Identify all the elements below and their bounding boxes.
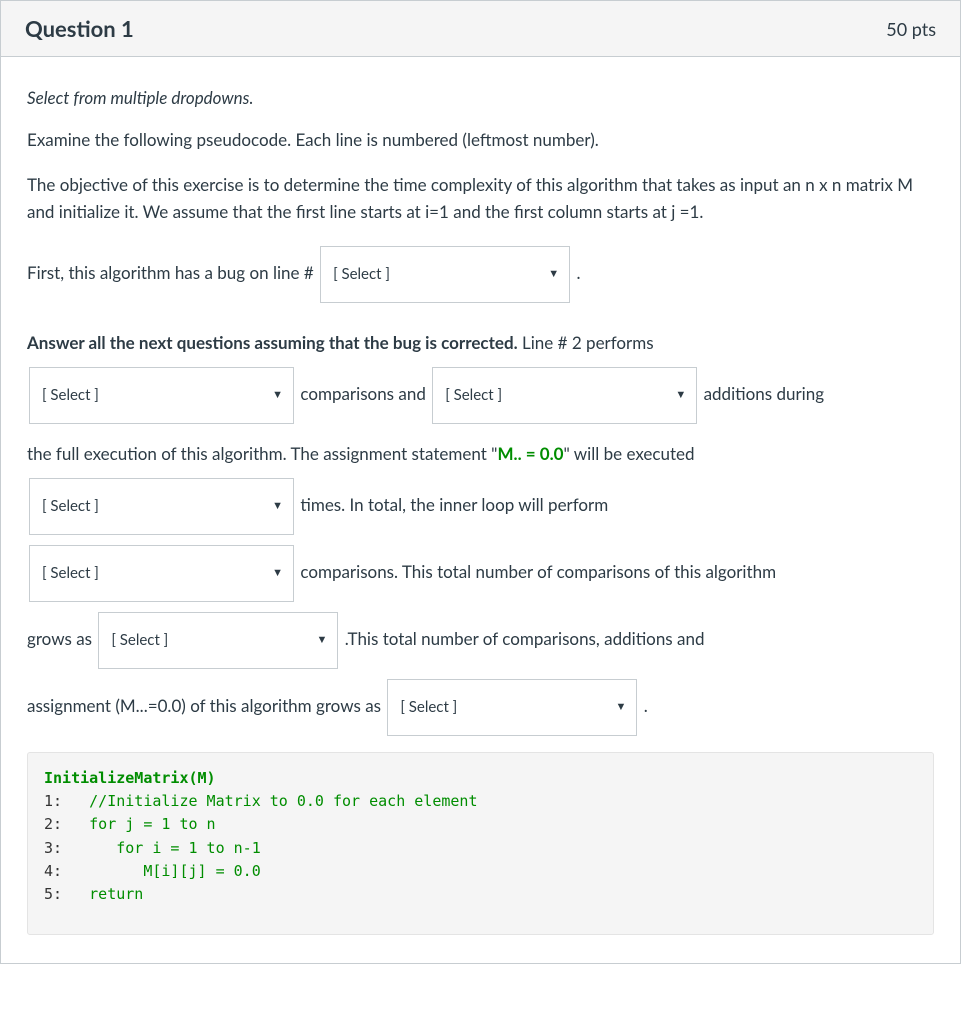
- text-fragment: comparisons. This total number of compar…: [300, 561, 776, 582]
- code-statement: M[i][j] = 0.0: [143, 862, 260, 880]
- sentence-answer-all: Answer all the next questions assuming t…: [27, 321, 934, 426]
- text-fragment: .: [644, 695, 648, 716]
- select-label: [ Select ]: [42, 376, 99, 415]
- chevron-down-icon: ▼: [316, 626, 327, 655]
- code-line-number: 2:: [44, 815, 62, 833]
- select-assignment-times[interactable]: [ Select ] ▼: [29, 478, 294, 535]
- text-fragment: the full execution of this algorithm. Th…: [27, 443, 497, 464]
- chevron-down-icon: ▼: [272, 492, 283, 521]
- select-label: [ Select ]: [333, 255, 390, 294]
- sentence-grows-as: grows as [ Select ] ▼ .This total number…: [27, 610, 934, 671]
- sentence-assignment-executed: the full execution of this algorithm. Th…: [27, 432, 934, 537]
- text-fragment: .: [576, 261, 580, 282]
- pseudocode-block: InitializeMatrix(M) 1: //Initialize Matr…: [27, 752, 934, 936]
- select-bug-line[interactable]: [ Select ] ▼: [320, 246, 570, 303]
- select-inner-comparisons[interactable]: [ Select ] ▼: [29, 545, 294, 602]
- text-fragment: First, this algorithm has a bug on line …: [27, 261, 314, 282]
- code-statement: for j = 1 to n: [89, 815, 215, 833]
- question-body: Select from multiple dropdowns. Examine …: [1, 57, 960, 963]
- code-statement: return: [89, 885, 143, 903]
- sentence-inner-comparisons: [ Select ] ▼ comparisons. This total num…: [27, 543, 934, 604]
- select-label: [ Select ]: [445, 376, 502, 415]
- text-fragment: " will be executed: [564, 443, 695, 464]
- code-inline: M.. = 0.0: [497, 443, 563, 464]
- question-card: Question 1 50 pts Select from multiple d…: [0, 0, 961, 964]
- text-fragment: .This total number of comparisons, addit…: [345, 628, 705, 649]
- question-title: Question 1: [25, 15, 134, 42]
- select-label: [ Select ]: [400, 688, 457, 727]
- select-label: [ Select ]: [111, 621, 168, 660]
- text-fragment: additions during: [704, 383, 824, 404]
- code-line-number: 4:: [44, 862, 62, 880]
- select-label: [ Select ]: [42, 487, 99, 526]
- select-total-growth[interactable]: [ Select ] ▼: [387, 679, 637, 736]
- select-line2-comparisons[interactable]: [ Select ] ▼: [29, 367, 294, 424]
- bold-assumption: Answer all the next questions assuming t…: [27, 332, 518, 353]
- text-fragment: grows as: [27, 628, 92, 649]
- text-fragment: Line # 2 performs: [518, 332, 654, 353]
- paragraph-objective: The objective of this exercise is to det…: [27, 171, 934, 225]
- select-comparisons-growth[interactable]: [ Select ] ▼: [98, 612, 338, 669]
- text-fragment: times. In total, the inner loop will per…: [300, 494, 608, 515]
- text-fragment: assignment (M...=0.0) of this algorithm …: [27, 695, 381, 716]
- instruction-text: Select from multiple dropdowns.: [27, 87, 934, 108]
- chevron-down-icon: ▼: [675, 381, 686, 410]
- code-line-number: 1:: [44, 792, 62, 810]
- code-line-number: 3:: [44, 839, 62, 857]
- text-fragment: comparisons and: [300, 383, 426, 404]
- code-function-name: InitializeMatrix(M): [44, 769, 216, 787]
- question-points: 50 pts: [886, 18, 936, 40]
- code-line-number: 5:: [44, 885, 62, 903]
- select-line2-additions[interactable]: [ Select ] ▼: [432, 367, 697, 424]
- chevron-down-icon: ▼: [272, 381, 283, 410]
- code-statement: for i = 1 to n-1: [116, 839, 261, 857]
- chevron-down-icon: ▼: [272, 559, 283, 588]
- chevron-down-icon: ▼: [615, 693, 626, 722]
- select-label: [ Select ]: [42, 554, 99, 593]
- chevron-down-icon: ▼: [548, 260, 559, 289]
- sentence-total-growth: assignment (M...=0.0) of this algorithm …: [27, 677, 934, 738]
- code-comment: //Initialize Matrix to 0.0 for each elem…: [89, 792, 477, 810]
- paragraph-intro: Examine the following pseudocode. Each l…: [27, 126, 934, 153]
- sentence-bug-line: First, this algorithm has a bug on line …: [27, 244, 934, 305]
- question-header: Question 1 50 pts: [1, 0, 960, 57]
